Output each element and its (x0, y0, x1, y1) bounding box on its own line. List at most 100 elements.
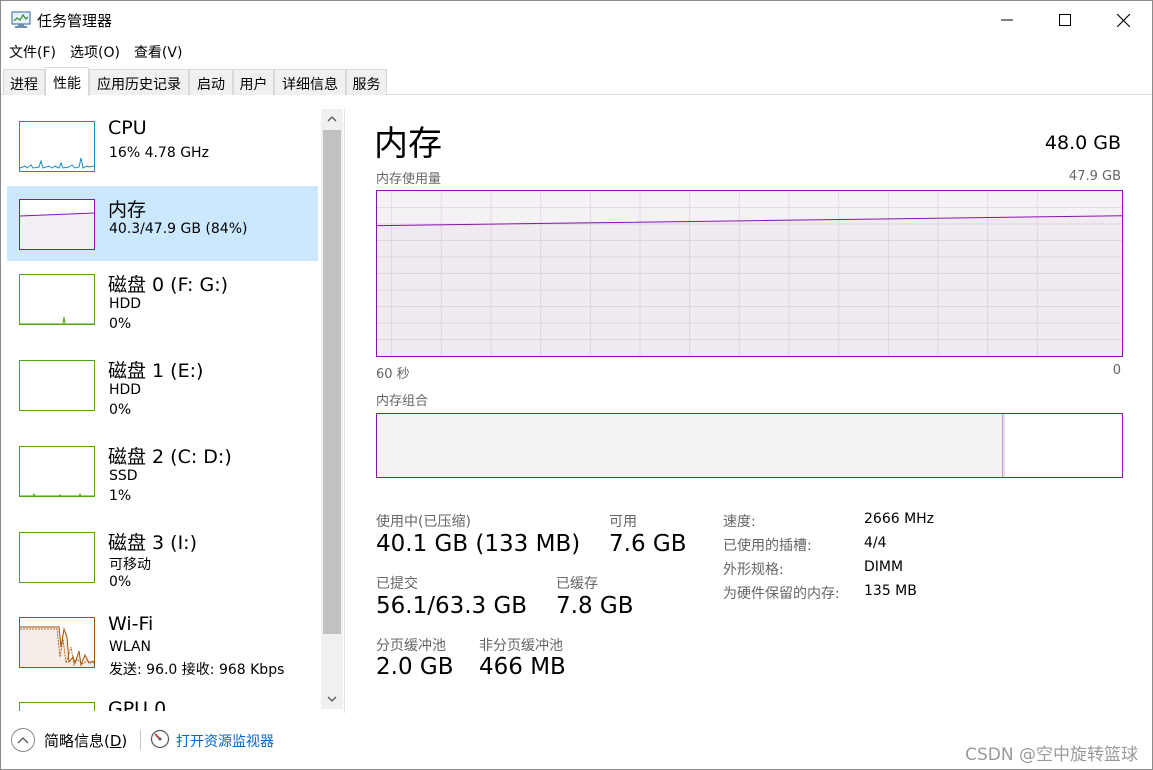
page-title: 内存 (374, 124, 442, 164)
time-axis-end: 0 (1112, 363, 1121, 378)
fewer-details-link[interactable]: 简略信息(D) (44, 730, 127, 751)
tab-processes[interactable]: 进程 (3, 69, 45, 95)
committed-value: 56.1/63.3 GB (376, 593, 528, 619)
disk-thumbnail-graph (19, 274, 95, 325)
chevron-up-icon (17, 737, 29, 744)
chevron-up-icon (327, 116, 337, 122)
resource-list-scrollbar[interactable] (321, 109, 343, 709)
resource-usage: 0% (109, 574, 132, 590)
maximize-button[interactable] (1036, 1, 1094, 39)
spec-slots-value: 4/4 (864, 535, 887, 551)
resource-monitor-icon (150, 729, 170, 749)
memory-composition-label: 内存组合 (376, 394, 429, 409)
spec-speed-label: 速度: (723, 514, 756, 530)
resource-title: 磁盘 1 (E:) (108, 360, 204, 382)
resource-title: CPU (108, 117, 147, 139)
task-manager-app-icon (11, 11, 31, 28)
memory-usage-area (377, 216, 1122, 356)
scroll-up-button[interactable] (321, 109, 343, 129)
resource-usage: 发送: 96.0 接收: 968 Kbps (109, 662, 285, 678)
close-button[interactable] (1094, 1, 1152, 39)
scrollbar-thumb[interactable] (323, 130, 341, 634)
resource-usage: 0% (109, 402, 132, 418)
resource-item-memory[interactable]: 内存 40.3/47.9 GB (84%) (7, 186, 318, 261)
resource-title: 磁盘 0 (F: G:) (108, 274, 229, 296)
resource-type: HDD (109, 382, 142, 398)
footer: 简略信息(D) 打开资源监视器 CSDN @空中旋转篮球 (1, 713, 1152, 769)
scroll-down-button[interactable] (321, 689, 343, 709)
available-label: 可用 (609, 514, 637, 530)
menu-view[interactable]: 查看(V) (127, 39, 190, 63)
resource-type: WLAN (109, 639, 152, 655)
tab-bar: 进程 性能 应用历史记录 启动 用户 详细信息 服务 (1, 67, 1152, 96)
open-resource-monitor-link[interactable]: 打开资源监视器 (176, 731, 274, 751)
tab-performance[interactable]: 性能 (45, 67, 89, 96)
tab-startup[interactable]: 启动 (189, 69, 233, 95)
spec-slots-label: 已使用的插槽: (723, 538, 812, 554)
composition-modified (1003, 414, 1005, 477)
maximize-icon (1059, 14, 1071, 26)
disk-thumbnail-graph (19, 532, 95, 583)
spec-reserved-label: 为硬件保留的内存: (723, 586, 840, 602)
fewer-details-button[interactable] (11, 728, 35, 752)
memory-usage-plot (376, 191, 1123, 356)
nonpaged-pool-label: 非分页缓冲池 (479, 638, 563, 654)
resource-list: CPU 16% 4.78 GHz 内存 40.3/47.9 GB (84%) 磁… (2, 96, 344, 711)
minimize-icon (1001, 19, 1013, 21)
resource-item-disk-1[interactable]: 磁盘 1 (E:) HDD 0% (7, 347, 318, 422)
available-value: 7.6 GB (609, 531, 687, 557)
resource-item-gpu-0[interactable]: GPU 0 (7, 689, 318, 711)
nonpaged-pool-value: 466 MB (479, 654, 566, 680)
disk-thumbnail-graph (19, 446, 95, 497)
title-bar: 任务管理器 (1, 1, 1152, 39)
cached-value: 7.8 GB (556, 593, 634, 619)
menu-bar: 文件(F) 选项(O) 查看(V) (1, 39, 189, 63)
memory-thumbnail-graph (19, 199, 95, 250)
fewer-details-text-end: ) (121, 732, 128, 750)
resource-item-cpu[interactable]: CPU 16% 4.78 GHz (7, 108, 318, 183)
cpu-thumbnail-graph (19, 121, 95, 172)
time-axis-start: 60 秒 (376, 367, 410, 382)
watermark: CSDN @空中旋转篮球 (965, 745, 1138, 765)
in-use-label: 使用中(已压缩) (376, 514, 471, 530)
resource-item-wifi[interactable]: Wi-Fi WLAN 发送: 96.0 接收: 968 Kbps (7, 604, 318, 679)
resource-detail: 16% 4.78 GHz (109, 145, 209, 161)
memory-usage-max: 47.9 GB (1068, 169, 1121, 184)
committed-label: 已提交 (376, 576, 418, 592)
fewer-details-text: 简略信息( (44, 732, 110, 750)
memory-usage-label: 内存使用量 (376, 172, 442, 187)
resource-type: 可移动 (109, 557, 151, 573)
window-title: 任务管理器 (37, 12, 113, 30)
resource-usage: 0% (109, 316, 132, 332)
paged-pool-label: 分页缓冲池 (376, 638, 446, 654)
resource-usage: 1% (109, 488, 132, 504)
resource-item-disk-2[interactable]: 磁盘 2 (C: D:) SSD 1% (7, 433, 318, 508)
tab-details[interactable]: 详细信息 (274, 69, 346, 95)
minimize-button[interactable] (978, 1, 1036, 39)
menu-file[interactable]: 文件(F) (1, 39, 63, 63)
tab-users[interactable]: 用户 (233, 69, 274, 95)
composition-in-use (377, 414, 1003, 477)
resource-item-disk-3[interactable]: 磁盘 3 (I:) 可移动 0% (7, 519, 318, 594)
tab-services[interactable]: 服务 (346, 69, 387, 95)
wifi-thumbnail-graph (19, 617, 95, 668)
chevron-down-icon (327, 696, 337, 702)
resource-title: GPU 0 (108, 698, 167, 711)
task-manager-window: 任务管理器 文件(F) 选项(O) 查看(V) 进程 性能 应用历史记录 启动 … (0, 0, 1153, 770)
resource-title: Wi-Fi (108, 613, 154, 635)
resource-title: 内存 (108, 199, 147, 221)
resource-title: 磁盘 3 (I:) (108, 532, 197, 554)
gpu-thumbnail-graph (19, 702, 95, 711)
resource-detail: 40.3/47.9 GB (84%) (109, 221, 248, 237)
resource-type: HDD (109, 296, 142, 312)
tab-app-history[interactable]: 应用历史记录 (89, 69, 189, 95)
resource-title: 磁盘 2 (C: D:) (108, 446, 232, 468)
paged-pool-value: 2.0 GB (376, 654, 454, 680)
resource-item-disk-0[interactable]: 磁盘 0 (F: G:) HDD 0% (7, 261, 318, 336)
spec-speed-value: 2666 MHz (864, 511, 935, 527)
spec-form-factor-value: DIMM (864, 559, 904, 575)
spec-reserved-value: 135 MB (864, 583, 917, 599)
menu-options[interactable]: 选项(O) (63, 39, 127, 63)
in-use-value: 40.1 GB (133 MB) (376, 531, 581, 557)
footer-separator (140, 730, 141, 750)
